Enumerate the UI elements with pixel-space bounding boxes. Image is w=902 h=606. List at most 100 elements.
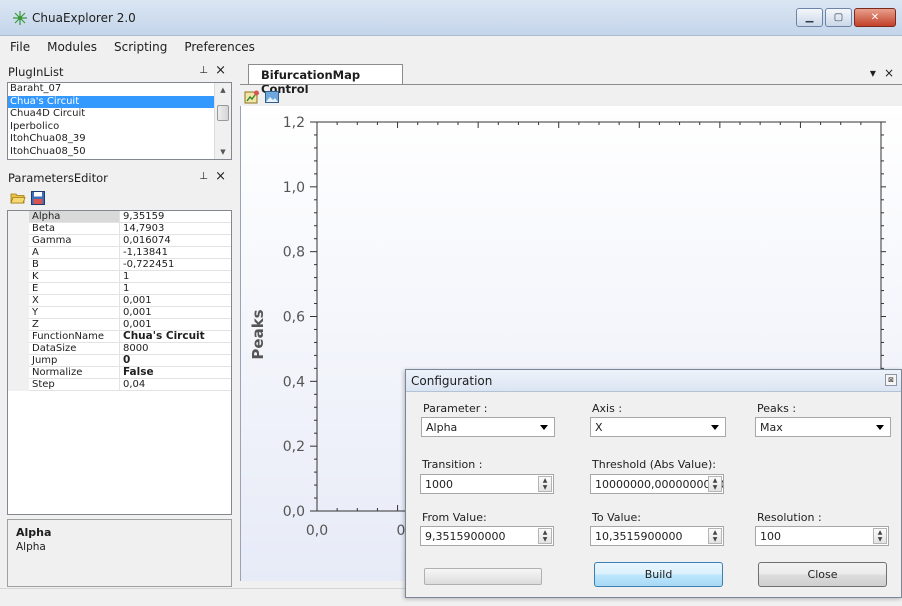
row-gutter [8,259,29,271]
close-panel-icon[interactable]: × [215,63,226,78]
transition-input[interactable]: 1000 ▲ ▼ [420,474,554,494]
parameter-description: Alpha Alpha [7,519,232,587]
scroll-thumb[interactable] [217,105,229,121]
parameter-name: Normalize [29,367,120,379]
peaks-select[interactable]: Max [755,417,891,437]
parameter-value[interactable]: Chua's Circuit [120,331,231,343]
parameter-value[interactable]: 0,001 [120,319,231,331]
parameter-value[interactable]: 0,04 [120,379,231,391]
plugin-list-item[interactable]: Chua4D Circuit [8,108,215,121]
peaks-label: Peaks : [757,402,797,415]
parameter-row[interactable]: K1 [8,271,231,283]
tab-close-icon[interactable]: × [884,66,894,80]
parameter-name: K [29,271,120,283]
parameter-value[interactable]: 0,001 [120,307,231,319]
parameter-value[interactable]: 1 [120,271,231,283]
menu-preferences[interactable]: Preferences [184,40,255,54]
parameter-row[interactable]: A -1,13841 [8,247,231,259]
spinner-icon[interactable]: ▲ ▼ [538,528,552,544]
parameter-select[interactable]: Alpha [421,417,555,437]
build-progress-bar [424,568,542,585]
minimize-button[interactable]: ▁ [796,8,823,27]
threshold-input[interactable]: 10000000,0000000000 ▲ ▼ [590,474,724,494]
minimize-icon: ▁ [805,12,814,23]
pin-icon[interactable]: ⊥ [199,65,208,76]
row-gutter [8,283,29,295]
export-chart-icon[interactable] [244,89,260,105]
parameter-name: B [29,259,120,271]
y-tick-label: 1,2 [283,115,305,131]
spinner-icon[interactable]: ▲ ▼ [538,476,552,492]
title-bar[interactable]: ChuaExplorer 2.0 ▁ ▢ ✕ [0,0,902,36]
plugin-list[interactable]: Baraht_07 Chua's Circuit Chua4D Circuit Ipe… [7,82,232,160]
parameter-row[interactable]: Y 0,001 [8,307,231,319]
parameter-row[interactable]: X 0,001 [8,295,231,307]
parameter-value[interactable]: False [120,367,231,379]
plugin-list-item[interactable]: ItohChua08_39 [8,133,215,146]
menu-scripting[interactable]: Scripting [114,40,167,54]
parameter-row[interactable]: DataSize 8000 [8,343,231,355]
parameter-name: X [29,295,120,307]
plugin-list-item[interactable]: Iperbolico [8,121,215,134]
maximize-button[interactable]: ▢ [825,8,852,27]
parameter-value[interactable]: -1,13841 [120,247,231,259]
parameter-row[interactable]: FunctionName Chua's Circuit [8,331,231,343]
resolution-input[interactable]: 100 ▲ ▼ [755,526,889,546]
parameters-grid[interactable]: Alpha 9,35159 Beta 14,7903 Gamma 0,016074 A -1,… [7,210,232,515]
close-panel-icon[interactable]: × [215,169,226,184]
threshold-value: 10000000,0000000000 [595,478,724,491]
y-axis-label: Peaks [249,309,267,359]
from-value: 9,3515900000 [425,530,506,543]
parameter-row[interactable]: Gamma 0,016074 [8,235,231,247]
dialog-close-icon[interactable]: ⊠ [885,374,897,386]
menu-file[interactable]: File [10,40,30,54]
plugin-list-item[interactable]: Chua's Circuit [8,95,215,108]
spinner-icon[interactable]: ▲ ▼ [708,528,722,544]
parameter-row[interactable]: E1 [8,283,231,295]
parameter-row[interactable]: B -0,722451 [8,259,231,271]
parameter-name: E [29,283,120,295]
scroll-up-icon[interactable]: ▲ [215,83,231,97]
chevron-down-icon [876,425,884,430]
parameter-value[interactable]: 0,001 [120,295,231,307]
parameter-value[interactable]: 9,35159 [120,211,231,223]
parameter-row[interactable]: Step 0,04 [8,379,231,391]
plugin-list-item[interactable]: ItohChua08_50 [8,146,215,159]
parameter-value[interactable]: 0,016074 [120,235,231,247]
image-icon[interactable] [264,89,280,105]
tab-bifurcation-map[interactable]: BifurcationMap Control [248,64,403,96]
resolution-label: Resolution : [757,511,822,524]
spinner-icon[interactable]: ▲ ▼ [708,476,722,492]
plugin-list-item[interactable]: Baraht_07 [8,83,215,96]
plugin-list-scrollbar[interactable]: ▲ ▼ [214,83,231,159]
spinner-icon[interactable]: ▲ ▼ [873,528,887,544]
pin-icon[interactable]: ⊥ [199,171,208,182]
parameter-value: Alpha [426,421,458,434]
parameter-row[interactable]: Jump 0 [8,355,231,367]
save-icon[interactable] [30,190,46,206]
row-gutter [8,343,29,355]
to-value: 10,3515900000 [595,530,683,543]
transition-label: Transition : [422,458,483,471]
parameter-row[interactable]: Beta 14,7903 [8,223,231,235]
parameter-row[interactable]: Z 0,001 [8,319,231,331]
parameter-value[interactable]: 8000 [120,343,231,355]
scroll-down-icon[interactable]: ▼ [215,145,231,159]
parameters-title: ParametersEditor [8,171,108,185]
tab-menu-icon[interactable]: ▾ [870,66,876,80]
parameter-value[interactable]: 14,7903 [120,223,231,235]
from-value-input[interactable]: 9,3515900000 ▲ ▼ [420,526,554,546]
open-folder-icon[interactable] [10,190,26,206]
close-window-button[interactable]: ✕ [854,8,896,27]
parameter-value[interactable]: -0,722451 [120,259,231,271]
menu-modules[interactable]: Modules [47,40,97,54]
axis-select[interactable]: X [590,417,726,437]
to-value-input[interactable]: 10,3515900000 ▲ ▼ [590,526,724,546]
parameter-row[interactable]: Alpha 9,35159 [8,211,231,223]
configuration-dialog: Configuration ⊠ Parameter : Alpha Axis :… [405,369,902,598]
parameter-value[interactable]: 0 [120,355,231,367]
close-button[interactable]: Close [758,562,887,587]
parameter-value[interactable]: 1 [120,283,231,295]
build-button[interactable]: Build [594,562,723,587]
parameter-row[interactable]: Normalize False [8,367,231,379]
